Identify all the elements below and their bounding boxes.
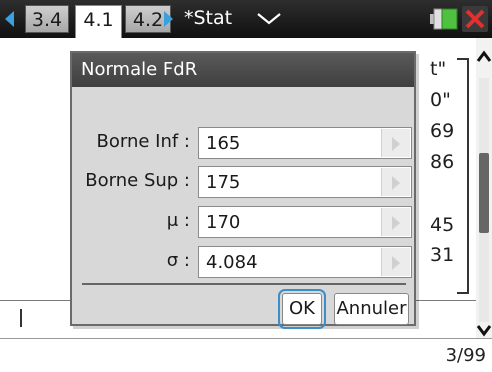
status-bar: 3/99 <box>0 338 492 372</box>
document-title[interactable]: *Stat <box>184 6 232 30</box>
nav-right-arrow-icon[interactable] <box>164 11 173 27</box>
matrix-bracket <box>467 60 469 292</box>
lower-bound-label: Borne Inf : <box>96 131 191 152</box>
field-row-lower-bound: Borne Inf : 165 <box>72 127 414 159</box>
dialog-title: Normale FdR <box>81 59 198 80</box>
bg-text-line: 69 <box>430 120 455 142</box>
normal-cdf-dialog: Normale FdR Borne Inf : 165 Borne Sup : … <box>70 51 416 329</box>
field-arrow-icon[interactable] <box>381 208 410 236</box>
tab-bar: 3.4 4.1 4.2 *Stat <box>0 0 492 38</box>
ok-button[interactable]: OK <box>278 289 326 329</box>
lower-bound-value: 165 <box>206 133 241 154</box>
lower-bound-input[interactable]: 165 <box>198 127 412 159</box>
field-row-upper-bound: Borne Sup : 175 <box>72 166 414 198</box>
nav-left-arrow-icon[interactable] <box>5 11 14 27</box>
page-counter: 3/99 <box>445 345 486 366</box>
battery-icon <box>430 8 458 30</box>
upper-bound-label: Borne Sup : <box>85 170 190 191</box>
mean-input[interactable]: 170 <box>198 206 412 238</box>
scrollbar[interactable] <box>476 38 492 338</box>
upper-bound-input[interactable]: 175 <box>198 166 412 198</box>
std-dev-label: σ : <box>166 250 190 271</box>
bg-text-line: 86 <box>430 151 455 173</box>
tab-3-4[interactable]: 3.4 <box>25 5 69 33</box>
scroll-up-icon[interactable] <box>476 50 492 64</box>
tab-4-1[interactable]: 4.1 <box>75 5 122 38</box>
field-row-std-dev: σ : 4.084 <box>72 246 414 278</box>
entry-cursor[interactable] <box>20 309 22 327</box>
field-row-mean: μ : 170 <box>72 206 414 238</box>
dialog-titlebar[interactable]: Normale FdR <box>72 53 414 87</box>
close-icon[interactable] <box>462 6 488 32</box>
field-arrow-icon[interactable] <box>381 129 410 157</box>
chevron-down-icon[interactable] <box>256 12 282 26</box>
field-arrow-icon[interactable] <box>381 248 410 276</box>
bg-text-line: 0" <box>430 89 451 111</box>
bg-text-line: t" <box>430 58 447 80</box>
upper-bound-value: 175 <box>206 172 241 193</box>
cancel-button[interactable]: Annuler <box>334 293 409 325</box>
scroll-thumb[interactable] <box>479 153 489 233</box>
bg-text-line: 45 <box>430 214 455 236</box>
std-dev-input[interactable]: 4.084 <box>198 246 412 278</box>
bg-text-line: 31 <box>430 244 455 266</box>
dialog-separator <box>82 283 406 285</box>
mean-label: μ : <box>166 210 190 231</box>
mean-value: 170 <box>206 212 241 233</box>
scroll-down-icon[interactable] <box>476 323 492 337</box>
std-dev-value: 4.084 <box>206 252 258 273</box>
field-arrow-icon[interactable] <box>381 168 410 196</box>
